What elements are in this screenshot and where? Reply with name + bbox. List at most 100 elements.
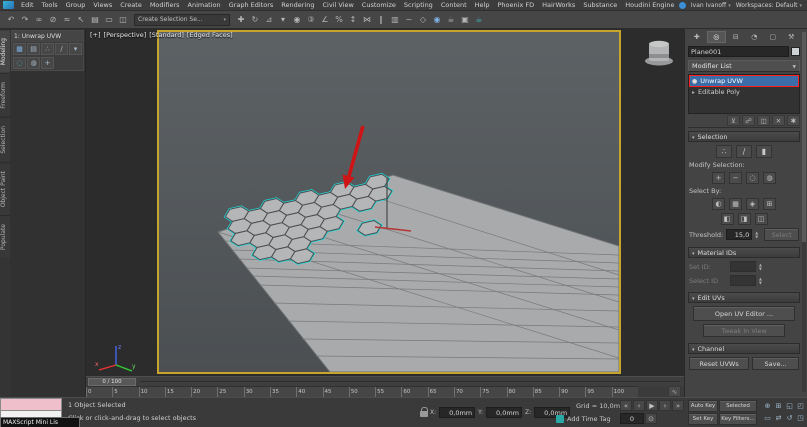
macro-recorder-field[interactable] bbox=[0, 398, 62, 411]
zoom-extents-icon[interactable]: ◱ bbox=[784, 400, 795, 412]
object-color-swatch[interactable] bbox=[791, 47, 800, 56]
tab-motion-icon[interactable]: ◔ bbox=[746, 31, 764, 43]
align-icon[interactable]: ∥ bbox=[374, 13, 388, 27]
ruler-tick[interactable]: 20 bbox=[191, 387, 217, 397]
expand-arrow-icon[interactable] bbox=[692, 88, 695, 96]
play-button[interactable]: ▶ bbox=[646, 400, 658, 411]
select-by-color-icon[interactable]: ◨ bbox=[737, 213, 751, 225]
orbit-icon[interactable]: ↺ bbox=[784, 412, 795, 424]
rendered-frame-window-icon[interactable]: ▣ bbox=[458, 13, 472, 27]
planar-angle-icon[interactable]: ◈ bbox=[746, 198, 759, 210]
select-id-field[interactable] bbox=[730, 275, 756, 286]
ruler-tick[interactable]: 50 bbox=[348, 387, 375, 397]
material-editor-icon[interactable]: ◉ bbox=[430, 13, 444, 27]
qp-grow-icon[interactable]: + bbox=[41, 57, 54, 69]
ruler-tick[interactable]: 90 bbox=[559, 387, 585, 397]
time-slider[interactable]: 0 / 100 bbox=[86, 376, 684, 386]
quick-panel-title[interactable]: 1: Unwrap UVW bbox=[12, 31, 83, 42]
viewport[interactable]: [+] [Perspective] [Standard] [Edged Face… bbox=[86, 29, 684, 376]
edge-subobject-icon[interactable]: ∕ bbox=[736, 145, 752, 158]
curve-editor-icon[interactable]: ~ bbox=[402, 13, 416, 27]
ruler-tick[interactable]: 70 bbox=[453, 387, 480, 397]
make-unique-icon[interactable]: ◫ bbox=[757, 115, 770, 126]
menu-item[interactable]: Scripting bbox=[400, 0, 437, 11]
auto-key-button[interactable]: Auto Key bbox=[688, 400, 718, 412]
qp-ring-icon[interactable]: ◍ bbox=[27, 57, 40, 69]
ruler-tick[interactable]: 35 bbox=[269, 387, 296, 397]
key-mode-toggle-icon[interactable]: ⊙ bbox=[645, 413, 657, 424]
viewport-style-menu[interactable]: [Standard] bbox=[149, 31, 184, 39]
tab-modify-icon[interactable]: ◎ bbox=[706, 31, 726, 43]
track-bar[interactable]: 0 5 10 15 20 25 30 35 40 45 50 55 60 65 70 75 80 85 90 95 10… bbox=[86, 386, 638, 397]
modifier-stack-item-editable-poly[interactable]: Editable Poly bbox=[689, 86, 799, 97]
select-and-move-icon[interactable]: ✚ bbox=[234, 13, 248, 27]
viewport-plus-menu[interactable]: [+] bbox=[90, 31, 101, 39]
object-name-field[interactable]: Plane001 bbox=[688, 46, 789, 57]
panel-scrollbar[interactable] bbox=[802, 32, 806, 392]
unlink-selection-icon[interactable]: ⊘ bbox=[46, 13, 60, 27]
layer-explorer-icon[interactable]: ▥ bbox=[388, 13, 402, 27]
menu-item[interactable]: Phoenix FD bbox=[494, 0, 539, 11]
ruler-tick[interactable]: 65 bbox=[427, 387, 454, 397]
time-slider-handle[interactable]: 0 / 100 bbox=[88, 377, 136, 386]
pan-icon[interactable]: ⇄ bbox=[773, 412, 784, 424]
menu-item[interactable]: Create bbox=[116, 0, 146, 11]
named-selection-sets-combo[interactable]: Create Selection Se... bbox=[134, 13, 230, 26]
shrink-selection-icon[interactable]: − bbox=[729, 172, 742, 184]
selection-lock-icon[interactable] bbox=[420, 407, 428, 417]
select-id-spinner[interactable] bbox=[759, 277, 765, 284]
maximize-viewport-toggle-icon[interactable]: ◳ bbox=[795, 412, 806, 424]
open-uv-editor-button[interactable]: Open UV Editor ... bbox=[693, 306, 795, 321]
ribbon-tab-object-paint[interactable]: Object Paint bbox=[0, 161, 10, 215]
menu-item[interactable]: HairWorks bbox=[538, 0, 579, 11]
rectangular-selection-region-icon[interactable]: ▭ bbox=[102, 13, 116, 27]
tweak-in-view-button[interactable]: Tweak In View bbox=[703, 324, 785, 337]
panel-scrollbar-thumb[interactable] bbox=[802, 32, 806, 242]
ruler-tick[interactable]: 75 bbox=[480, 387, 506, 397]
select-button[interactable]: Select bbox=[764, 228, 799, 241]
y-coordinate-field[interactable]: 0,0mm bbox=[486, 407, 523, 418]
ruler-tick[interactable]: 30 bbox=[243, 387, 270, 397]
qp-vertex-icon[interactable]: ∴ bbox=[41, 43, 54, 55]
ruler-tick[interactable]: 60 bbox=[401, 387, 427, 397]
render-setup-icon[interactable]: ☕ bbox=[444, 13, 458, 27]
mirror-icon[interactable]: ⋈ bbox=[360, 13, 374, 27]
undo-icon[interactable]: ↶ bbox=[4, 13, 18, 27]
reset-uvws-button[interactable]: Reset UVWs bbox=[689, 357, 750, 370]
grow-selection-icon[interactable]: + bbox=[712, 172, 725, 184]
time-slider-track[interactable] bbox=[140, 381, 680, 382]
reference-coordinate-dropdown-icon[interactable]: ▾ bbox=[276, 13, 290, 27]
qp-loop-icon[interactable]: ◌ bbox=[13, 57, 26, 69]
menu-item[interactable]: Tools bbox=[38, 0, 62, 11]
menu-item[interactable]: Views bbox=[89, 0, 116, 11]
bind-to-spacewarp-icon[interactable]: ≈ bbox=[60, 13, 74, 27]
select-and-rotate-icon[interactable]: ↻ bbox=[248, 13, 262, 27]
rollout-material-ids-header[interactable]: Material IDs bbox=[688, 247, 800, 258]
menu-item[interactable]: Substance bbox=[579, 0, 621, 11]
tab-display-icon[interactable]: ▢ bbox=[764, 31, 782, 43]
set-id-spinner[interactable] bbox=[759, 263, 765, 270]
next-frame-button[interactable]: › bbox=[659, 400, 671, 411]
menu-item[interactable]: Customize bbox=[358, 0, 400, 11]
ribbon-tab-selection[interactable]: Selection bbox=[0, 117, 10, 162]
menu-item[interactable]: Civil View bbox=[318, 0, 357, 11]
select-and-link-icon[interactable]: ∞ bbox=[32, 13, 46, 27]
vertex-subobject-icon[interactable]: ∴ bbox=[716, 145, 732, 158]
select-by-matid-icon[interactable]: ⊞ bbox=[763, 198, 776, 210]
go-to-start-button[interactable]: « bbox=[620, 400, 632, 411]
visibility-bulb-icon[interactable] bbox=[692, 77, 697, 85]
key-filters-button[interactable]: Key Filters... bbox=[719, 413, 757, 425]
ruler-tick[interactable]: 95 bbox=[585, 387, 611, 397]
viewport-canvas[interactable] bbox=[159, 32, 620, 373]
ruler-tick[interactable]: 80 bbox=[506, 387, 533, 397]
ruler-tick[interactable]: 5 bbox=[112, 387, 138, 397]
zoom-icon[interactable]: ⊕ bbox=[762, 400, 773, 412]
ruler-tick[interactable]: 45 bbox=[322, 387, 349, 397]
select-by-smoothing-group-icon[interactable]: ◧ bbox=[720, 213, 734, 225]
loop-selection-icon[interactable]: ◍ bbox=[763, 172, 776, 184]
tab-hierarchy-icon[interactable]: ⊟ bbox=[727, 31, 745, 43]
previous-frame-button[interactable]: ‹ bbox=[633, 400, 645, 411]
save-button[interactable]: Save... bbox=[752, 357, 799, 370]
schematic-view-icon[interactable]: ◇ bbox=[416, 13, 430, 27]
menu-item[interactable]: Edit bbox=[17, 0, 38, 11]
